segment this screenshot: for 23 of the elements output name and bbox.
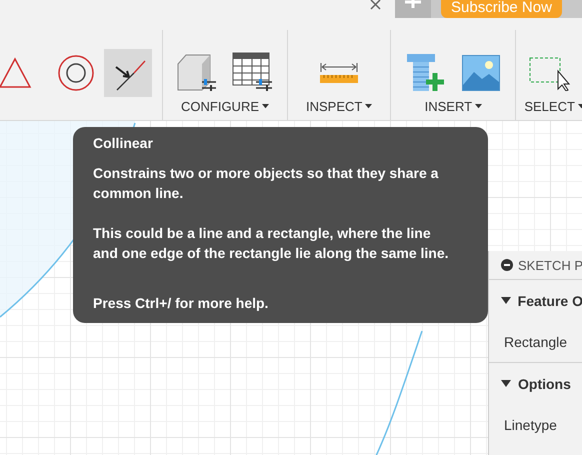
tooltip-text: Press Ctrl+/ for more help. <box>93 294 270 313</box>
toolbar-menu[interactable]: SELECT <box>524 99 582 114</box>
ruler-icon <box>319 62 360 84</box>
toolbar-menu[interactable]: INSPECT <box>306 99 372 114</box>
toolbar-menu[interactable]: CONFIGURE <box>181 99 269 114</box>
tooltip-text: This could be a line and a rectangle, where the line and one edge of the rectangle lie along the same line. <box>93 224 450 263</box>
bolt-icon <box>405 53 446 93</box>
option-label: Rectangle <box>489 322 582 363</box>
section-header[interactable]: Feature O <box>489 280 582 322</box>
tooltip-text: Constrains two or more objects so that they share a common line. <box>93 164 440 203</box>
section-header[interactable]: Options <box>489 363 582 405</box>
option-label: Linetype <box>503 416 558 435</box>
collapse-icon[interactable] <box>501 259 513 271</box>
table-icon <box>232 52 274 94</box>
circle-icon <box>58 55 94 91</box>
panel-title: SKETCH P <box>518 258 582 272</box>
toolbar-menu[interactable]: INSERT <box>424 99 482 114</box>
image-icon <box>462 55 500 91</box>
triangle-icon <box>0 57 32 89</box>
toolbar-tool[interactable] <box>104 49 152 97</box>
tooltip-title: Collinear <box>93 134 154 153</box>
box-icon <box>176 52 218 94</box>
close-icon[interactable] <box>369 0 383 12</box>
